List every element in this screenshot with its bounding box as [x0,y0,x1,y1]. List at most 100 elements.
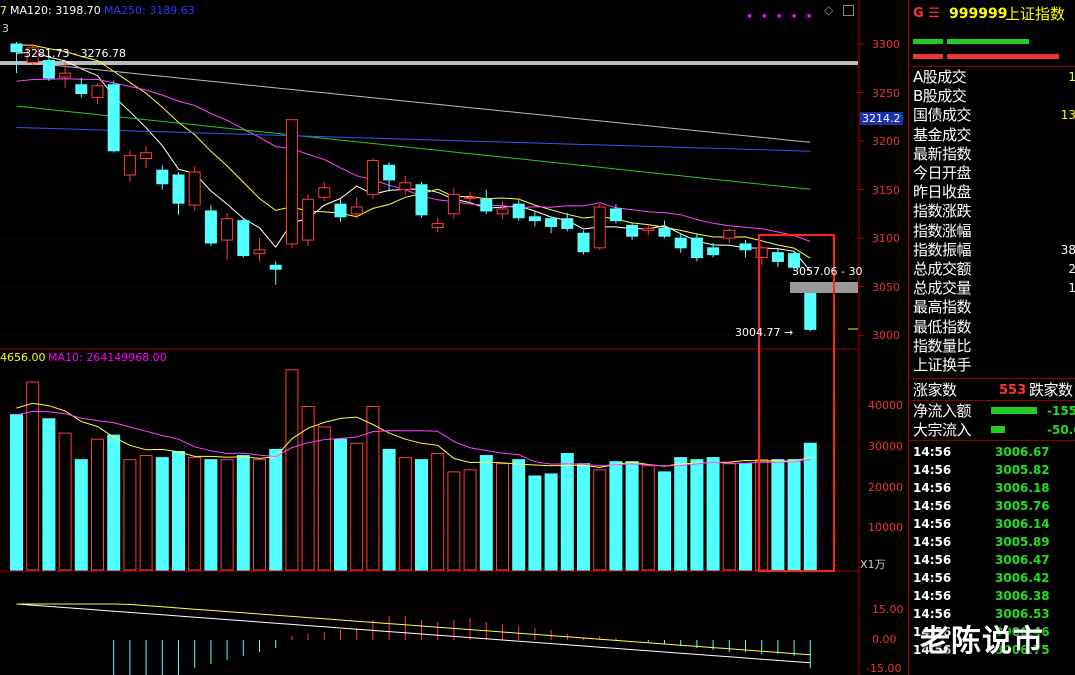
maximize-icon[interactable] [843,5,854,16]
tick-row: 14:56 3005.82 [913,461,1075,479]
volume-bar [253,459,266,571]
small-label: 3 [2,22,9,35]
candle-body [318,187,331,198]
ma10-line [16,44,811,259]
tick-row: 14:56 3006.14 [913,515,1075,533]
volume-bar [26,381,40,571]
quote-field-label: 最高指数 [913,298,972,317]
price-axis-tick: 3050 [872,281,900,294]
volume-bar [803,442,817,571]
tick-row: 14:56 3006.67 [913,443,1075,461]
volume-bar [172,450,185,571]
quote-field-label: 基金成交 [913,125,972,144]
price-marker [790,282,858,293]
volume-bar [382,448,396,571]
ma250-line [16,61,811,143]
watermark-text: 老陈说市 [920,624,1044,659]
tick-time: 14:56 [913,445,952,459]
volume-value-label: 4656.00 [0,351,46,364]
volume-bar [577,463,590,571]
tick-time: 14:56 [913,571,952,585]
sell-bar [947,54,1059,59]
macd-dea-line [16,603,811,656]
range-annotation: 3281.73 - 3276.78 [24,47,126,60]
volume-bar [706,457,720,571]
candle-body [707,247,720,256]
ma120-label: MA120: 3198.70 [10,4,101,17]
volume-bar [658,471,671,571]
volume-bar [496,463,509,571]
indicator-prefix: 7 [0,4,7,17]
volume-bar [593,469,607,571]
quote-field-label: 总成交量 [913,279,972,298]
candle-body [156,169,169,185]
candle-body [755,247,768,259]
volume-axis-tick: 30000 [868,440,903,453]
price-axis-tick: 3200 [872,135,900,148]
low-price-annotation: 3004.77 → [735,326,794,339]
candle-body [107,84,120,152]
volume-bar [220,459,234,571]
price-axis-tick: 3000 [872,329,900,342]
candle-body [366,159,379,195]
candle-body [415,184,428,216]
volume-bar [123,459,137,571]
volume-ma5-line [16,402,811,468]
buy-bar [913,39,943,44]
quote-field-value: 13 [1060,108,1075,123]
divider [909,378,1075,379]
volume-bar [269,448,283,571]
quote-field-label: A股成交 [913,68,967,86]
volume-bar [787,459,801,571]
candle-body [123,155,136,176]
quote-sidebar: G ☰ 999999 上证指数 A股成交 B股成交 国债成交 基金成交 最新指数 今日开盘… [908,0,1075,675]
candle-body [253,249,266,255]
price-axis-tick: 3300 [872,38,900,51]
candle-body [512,203,525,219]
candle-body [528,216,541,222]
candle-body [91,85,104,98]
tick-row: 14:56 3006.38 [913,587,1075,605]
diamond-icon[interactable]: ◇ [824,4,833,17]
macd-axis-tick: -15.00 [866,662,902,675]
volume-bar [236,455,250,571]
volume-ma10-label: MA10: 264149968.00 [48,351,167,364]
tick-time: 14:56 [913,553,952,567]
candle-body [447,193,460,215]
candle-body [431,223,444,228]
volume-bar [447,471,461,571]
fall-count-label: 跌家数 [1029,381,1073,399]
quote-field-label: 今日开盘 [913,164,972,182]
candle-body [75,84,88,95]
tick-row: 14:56 3006.42 [913,569,1075,587]
rise-count-label: 涨家数 [913,381,957,399]
tick-price: 3005.89 [995,535,1050,549]
volume-bar [641,465,655,571]
volume-ma10-line [16,410,811,467]
code-prefix[interactable]: G ☰ [913,6,940,22]
volume-bar [609,461,623,571]
volume-bar [625,461,639,571]
volume-bar [739,463,752,571]
candle-body [771,252,784,262]
divider [909,440,1075,441]
quote-field-label: 指数涨幅 [913,221,972,240]
volume-axis-tick: 40000 [868,399,903,412]
volume-bar [463,469,477,571]
quote-field-label: 昨日收盘 [913,183,972,202]
candle-body [269,264,282,270]
volume-bar [58,432,72,571]
quote-field-label: 国债成交 [913,106,972,125]
volume-bar [285,369,299,571]
tick-price: 3006.14 [995,517,1050,531]
volume-bar [755,459,769,571]
quote-field-value: 1 [1068,70,1075,84]
volume-bar [334,438,347,571]
candle-body [609,208,622,222]
volume-bar [317,426,331,571]
candle-body [658,227,671,237]
stock-chart-window: 7 MA120: 3198.70 MA250: 3189.63 3 • • • … [0,0,1075,675]
candle-body [59,72,72,78]
candle-body [172,174,185,204]
candle-body [399,182,412,191]
